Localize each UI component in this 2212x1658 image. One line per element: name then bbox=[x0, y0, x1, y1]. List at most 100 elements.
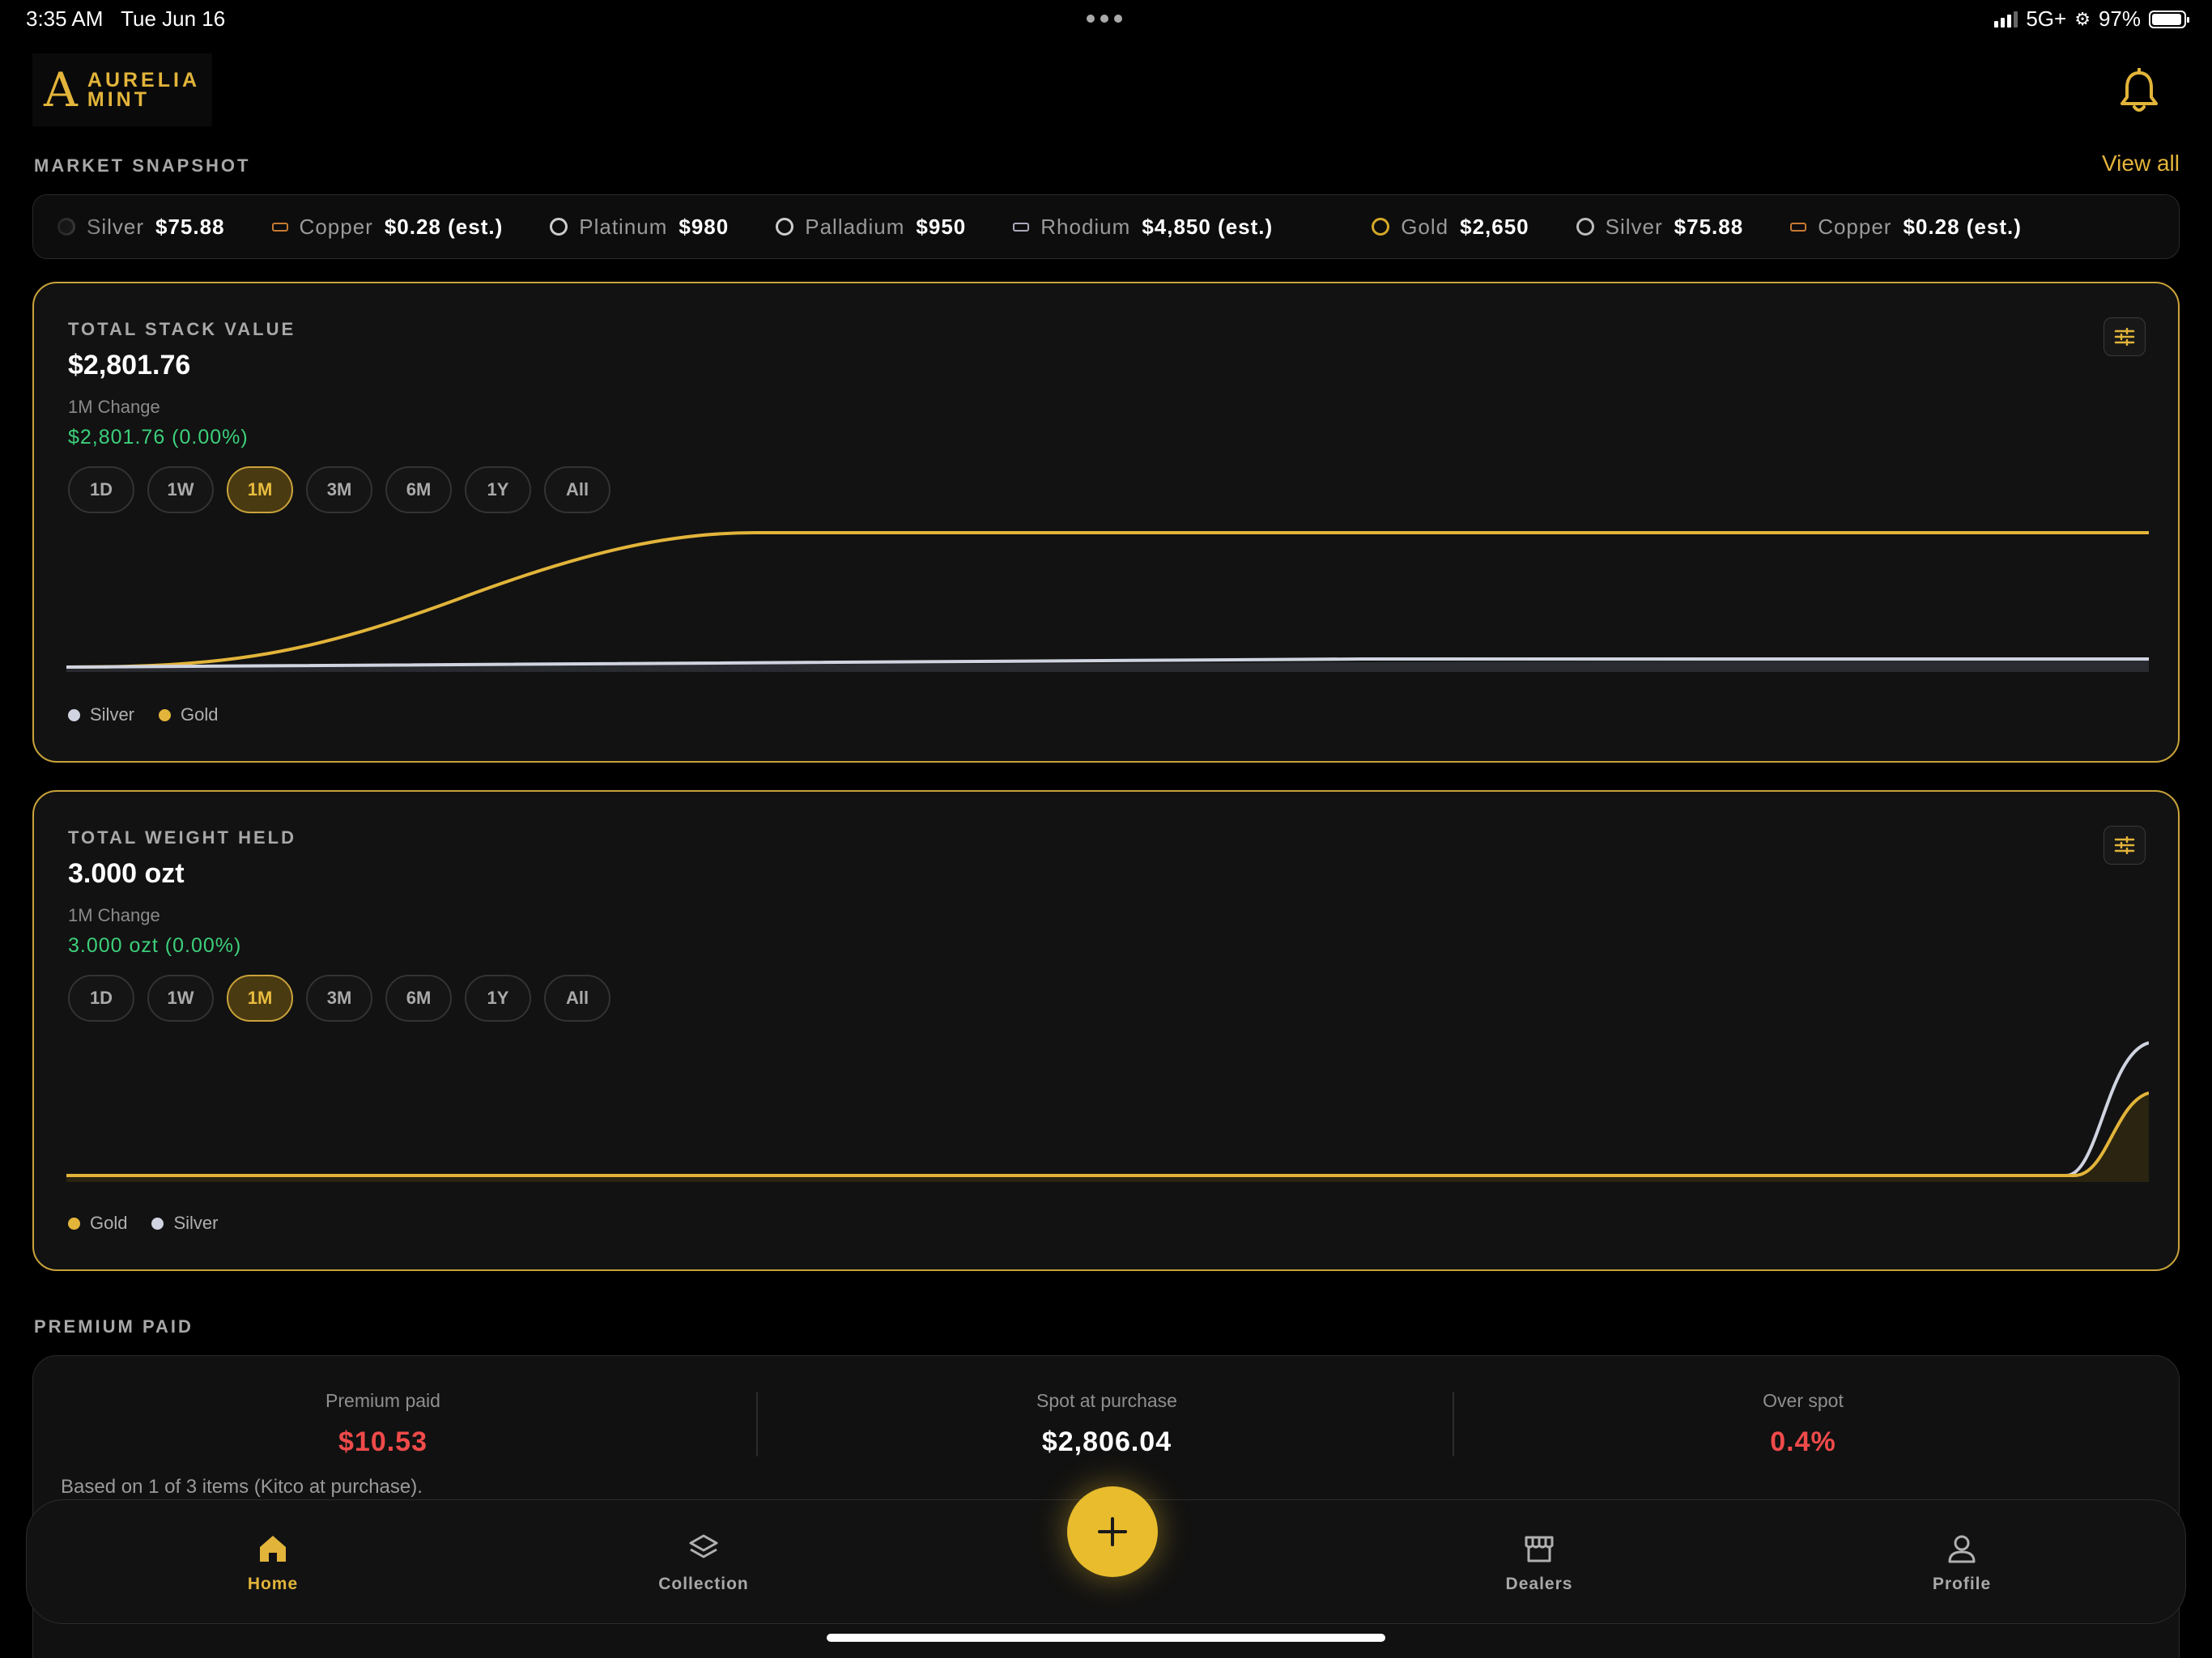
home-indicator[interactable] bbox=[827, 1634, 1385, 1642]
stack-range-selector: 1D 1W 1M 3M 6M 1Y All bbox=[68, 466, 610, 513]
view-all-link[interactable]: View all bbox=[2102, 151, 2180, 176]
legend-item-silver: Silver bbox=[151, 1213, 219, 1234]
stack-value-chart bbox=[66, 531, 2149, 672]
stack-value-label: TOTAL STACK VALUE bbox=[68, 319, 296, 339]
store-icon bbox=[1525, 1536, 1554, 1562]
spot-at-purchase-stat: Spot at purchase $2,806.04 bbox=[759, 1390, 1455, 1458]
ticker-metal-name: Copper bbox=[1818, 214, 1892, 239]
ticker-metal-name: Copper bbox=[299, 214, 373, 239]
tab-home-label: Home bbox=[247, 1575, 299, 1593]
range-button-1w[interactable]: 1W bbox=[147, 466, 214, 513]
status-bar: 3:35 AM Tue Jun 16 5G+ ⚙ 97% bbox=[0, 0, 2212, 39]
battery-percent: 97% bbox=[2098, 6, 2141, 31]
ticker-metal-name: Gold bbox=[1401, 214, 1449, 239]
legend-item-silver: Silver bbox=[68, 704, 134, 725]
premium-note: Based on 1 of 3 items (Kitco at purchase… bbox=[61, 1476, 423, 1498]
ticker-track: Silver $75.88 Copper $0.28 (est.) Platinum $9… bbox=[57, 195, 2069, 258]
range-button-1d[interactable]: 1D bbox=[68, 975, 134, 1022]
ticker-item[interactable]: Silver $75.88 bbox=[1576, 215, 1744, 240]
range-button-1m[interactable]: 1M bbox=[227, 975, 293, 1022]
weight-range-selector: 1D 1W 1M 3M 6M 1Y All bbox=[68, 975, 610, 1022]
spot-at-purchase-label: Spot at purchase bbox=[1036, 1390, 1177, 1411]
notifications-bell-icon[interactable] bbox=[2118, 67, 2160, 113]
weight-held-label: TOTAL WEIGHT HELD bbox=[68, 827, 296, 848]
home-icon bbox=[260, 1536, 286, 1562]
ticker-metal-name: Palladium bbox=[805, 214, 905, 239]
legend-swatch bbox=[151, 1217, 164, 1230]
premium-paid-label: Premium paid bbox=[325, 1390, 440, 1411]
status-indicators: 5G+ ⚙ 97% bbox=[1994, 6, 2189, 32]
weight-change-label: 1M Change bbox=[68, 905, 160, 925]
tab-collection-label: Collection bbox=[658, 1575, 749, 1593]
status-date: Tue Jun 16 bbox=[121, 6, 226, 31]
legend-item-gold: Gold bbox=[68, 1213, 127, 1234]
ticker-metal-name: Platinum bbox=[579, 214, 668, 239]
range-button-6m[interactable]: 6M bbox=[385, 975, 452, 1022]
range-button-1y[interactable]: 1Y bbox=[465, 975, 531, 1022]
weight-chart-settings-button[interactable] bbox=[2104, 826, 2146, 865]
ticker-item[interactable]: Rhodium $4,850 (est.) bbox=[1013, 215, 1273, 240]
market-ticker[interactable]: Silver $75.88 Copper $0.28 (est.) Platinum $9… bbox=[32, 194, 2180, 259]
stack-gold-line bbox=[66, 531, 2149, 669]
layers-icon bbox=[689, 1534, 718, 1558]
legend-label: Gold bbox=[90, 1213, 128, 1233]
tab-home[interactable]: Home bbox=[192, 1533, 354, 1594]
brand-logo[interactable]: A AURELIA MINT bbox=[32, 53, 212, 126]
logo-line-2: MINT bbox=[87, 88, 150, 111]
ticker-item[interactable]: Copper $0.28 (est.) bbox=[271, 214, 504, 240]
range-button-all[interactable]: All bbox=[544, 466, 610, 513]
stack-value-card: TOTAL STACK VALUE $2,801.76 1M Change $2… bbox=[32, 282, 2180, 763]
tab-dealers-label: Dealers bbox=[1505, 1575, 1573, 1593]
weight-held-card: TOTAL WEIGHT HELD 3.000 ozt 1M Change 3.… bbox=[32, 790, 2180, 1271]
ticker-metal-price: $950 bbox=[916, 214, 967, 239]
ring-icon bbox=[1372, 218, 1390, 236]
ticker-item[interactable]: Palladium $950 bbox=[776, 215, 966, 240]
ticker-metal-price: $75.88 bbox=[155, 214, 225, 239]
range-button-3m[interactable]: 3M bbox=[306, 975, 372, 1022]
ticker-metal-price: $0.28 (est.) bbox=[1903, 214, 2022, 239]
range-button-all[interactable]: All bbox=[544, 975, 610, 1022]
market-snapshot-title: MARKET SNAPSHOT bbox=[34, 155, 251, 176]
legend-label: Silver bbox=[173, 1213, 219, 1233]
premium-paid-stat: Premium paid $10.53 bbox=[35, 1390, 731, 1458]
status-time: 3:35 AM Tue Jun 16 bbox=[26, 6, 225, 32]
sliders-icon bbox=[2114, 328, 2135, 346]
stack-change-value: $2,801.76 (0.00%) bbox=[68, 426, 249, 449]
user-icon bbox=[1948, 1535, 1976, 1563]
range-button-1d[interactable]: 1D bbox=[68, 466, 134, 513]
stack-chart-legend: Silver Gold bbox=[68, 704, 219, 725]
ticker-item[interactable]: Platinum $980 bbox=[550, 215, 729, 240]
premium-paid-value: $10.53 bbox=[338, 1426, 428, 1457]
tab-profile-label: Profile bbox=[1932, 1575, 1992, 1593]
premium-paid-title: PREMIUM PAID bbox=[34, 1316, 194, 1337]
range-button-1m[interactable]: 1M bbox=[227, 466, 293, 513]
ticker-item[interactable]: Copper $0.28 (est.) bbox=[1790, 215, 2022, 240]
legend-item-gold: Gold bbox=[159, 704, 219, 725]
range-button-1w[interactable]: 1W bbox=[147, 975, 214, 1022]
range-button-3m[interactable]: 3M bbox=[306, 466, 372, 513]
tab-collection[interactable]: Collection bbox=[623, 1533, 785, 1594]
over-spot-stat: Over spot 0.4% bbox=[1455, 1390, 2151, 1458]
ticker-metal-price: $4,850 (est.) bbox=[1142, 214, 1274, 239]
legend-swatch bbox=[68, 708, 80, 721]
legend-swatch bbox=[159, 708, 172, 721]
bar-icon bbox=[1790, 222, 1807, 232]
over-spot-value: 0.4% bbox=[1770, 1426, 1836, 1457]
bar-icon bbox=[271, 222, 288, 232]
ticker-metal-price: $0.28 (est.) bbox=[384, 214, 504, 239]
range-button-6m[interactable]: 6M bbox=[385, 466, 452, 513]
stack-change-label: 1M Change bbox=[68, 397, 160, 417]
stack-value-amount: $2,801.76 bbox=[68, 350, 191, 380]
stack-chart-settings-button[interactable] bbox=[2104, 317, 2146, 356]
ticker-item[interactable]: Gold $2,650 bbox=[1372, 215, 1529, 240]
tab-profile[interactable]: Profile bbox=[1881, 1533, 2043, 1594]
battery-icon bbox=[2149, 10, 2189, 28]
multitasking-dots[interactable] bbox=[1087, 15, 1125, 23]
weight-gold-area bbox=[66, 1093, 2149, 1182]
tab-dealers[interactable]: Dealers bbox=[1458, 1533, 1620, 1594]
ticker-metal-name: Silver bbox=[1605, 214, 1663, 239]
range-button-1y[interactable]: 1Y bbox=[465, 466, 531, 513]
add-item-button[interactable] bbox=[1067, 1486, 1158, 1577]
ring-icon bbox=[776, 218, 794, 236]
signal-icon bbox=[1994, 11, 2018, 28]
